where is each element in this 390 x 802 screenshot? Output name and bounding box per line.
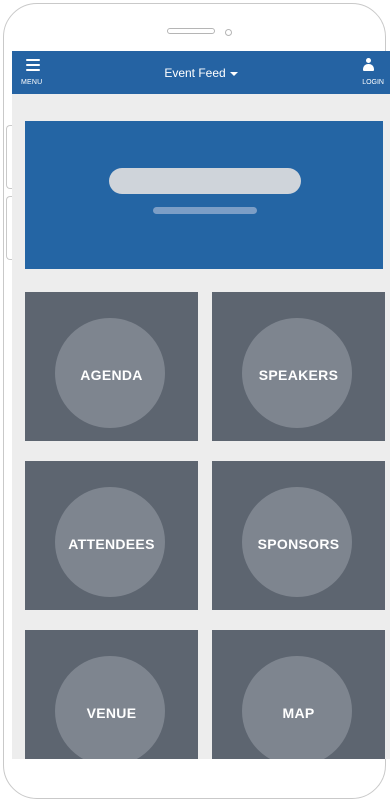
tile-speakers[interactable]: SPEAKERS (212, 292, 385, 441)
login-button[interactable]: LOGIN (350, 57, 384, 89)
banner-subtitle-placeholder (153, 207, 257, 214)
tile-label: VENUE (86, 705, 137, 721)
tile-sponsors[interactable]: SPONSORS (212, 461, 385, 610)
banner-title-placeholder (109, 168, 301, 194)
tile-attendees[interactable]: ATTENDEES (25, 461, 198, 610)
phone-camera (225, 29, 232, 36)
menu-label: MENU (21, 79, 43, 86)
page-title: Event Feed (164, 66, 226, 80)
event-banner[interactable] (25, 121, 383, 269)
tile-label: SPEAKERS (258, 367, 339, 383)
phone-speaker (167, 28, 215, 34)
tile-venue[interactable]: VENUE (25, 630, 198, 759)
caret-down-icon (229, 71, 238, 76)
tile-agenda[interactable]: AGENDA (25, 292, 198, 441)
tile-label: ATTENDEES (68, 536, 155, 552)
app-screen: MENU Event Feed LOGIN AGENDA SPEAKERS AT… (12, 51, 390, 759)
tile-label: AGENDA (80, 367, 143, 383)
user-icon (363, 58, 374, 72)
app-header: MENU Event Feed LOGIN (12, 51, 390, 94)
event-feed-dropdown[interactable]: Event Feed (12, 66, 390, 80)
tile-map[interactable]: MAP (212, 630, 385, 759)
tile-label: MAP (282, 705, 315, 721)
login-label: LOGIN (362, 79, 384, 86)
tile-label: SPONSORS (257, 536, 340, 552)
